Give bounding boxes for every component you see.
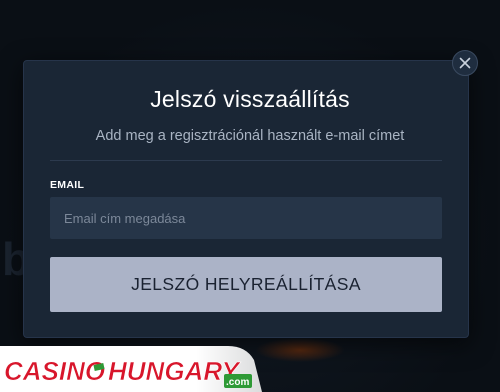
- close-icon: [459, 57, 471, 69]
- casino-hungary-logo: CASINO HUNGARY .com: [0, 346, 262, 392]
- backdrop-glow: [255, 338, 345, 362]
- modal-subtitle: Add meg a regisztrációnál használt e-mai…: [95, 128, 405, 144]
- svg-text:HUNGARY: HUNGARY: [108, 356, 242, 386]
- email-field[interactable]: [50, 197, 442, 239]
- modal-title: Jelszó visszaállítás: [150, 86, 350, 112]
- email-label: EMAIL: [50, 179, 85, 191]
- svg-text:.com: .com: [226, 377, 249, 388]
- close-button[interactable]: [452, 50, 478, 76]
- reset-password-button[interactable]: JELSZÓ HELYREÁLLÍTÁSA: [50, 257, 442, 312]
- divider: [50, 160, 442, 161]
- svg-text:CASINO: CASINO: [4, 356, 105, 386]
